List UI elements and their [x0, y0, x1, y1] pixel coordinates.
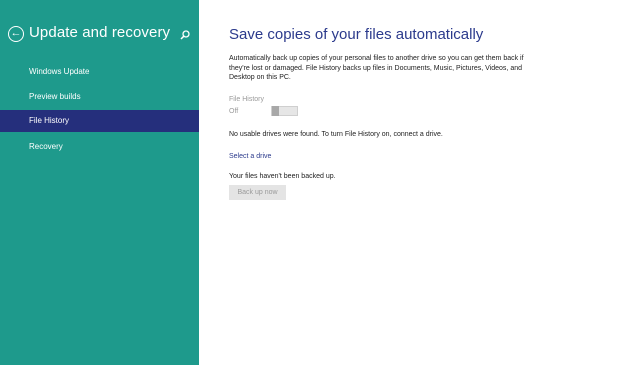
sidebar-item-recovery[interactable]: Recovery — [0, 136, 199, 158]
toggle-thumb — [272, 106, 279, 116]
sidebar-item-windows-update[interactable]: Windows Update — [0, 61, 199, 83]
back-arrow-icon[interactable]: ← — [8, 26, 24, 42]
sidebar-title: Update and recovery — [29, 24, 171, 41]
file-history-toggle[interactable] — [271, 106, 298, 116]
no-drives-message: No usable drives were found. To turn Fil… — [229, 131, 443, 138]
main-content: Save copies of your files automatically … — [199, 0, 640, 365]
description-text: Automatically back up copies of your per… — [229, 55, 524, 81]
sidebar-item-label: Windows Update — [29, 67, 90, 76]
sidebar-item-file-history[interactable]: File History — [0, 110, 199, 132]
sidebar: ← Update and recovery Windows Update Pre… — [0, 0, 199, 365]
pc-settings-window: ← Update and recovery Windows Update Pre… — [0, 0, 640, 365]
backup-status-text: Your files haven't been backed up. — [229, 173, 336, 180]
sidebar-item-preview-builds[interactable]: Preview builds — [0, 86, 199, 108]
file-history-toggle-label: File History — [229, 96, 265, 103]
sidebar-item-label: Preview builds — [29, 92, 81, 101]
sidebar-item-label: File History — [29, 116, 70, 125]
back-up-now-button[interactable]: Back up now — [229, 185, 286, 200]
sidebar-item-label: Recovery — [29, 142, 63, 151]
select-drive-link[interactable]: Select a drive — [229, 153, 271, 160]
search-icon[interactable] — [179, 28, 191, 40]
page-title: Save copies of your files automatically — [229, 26, 484, 43]
toggle-state-text: Off — [229, 108, 239, 115]
